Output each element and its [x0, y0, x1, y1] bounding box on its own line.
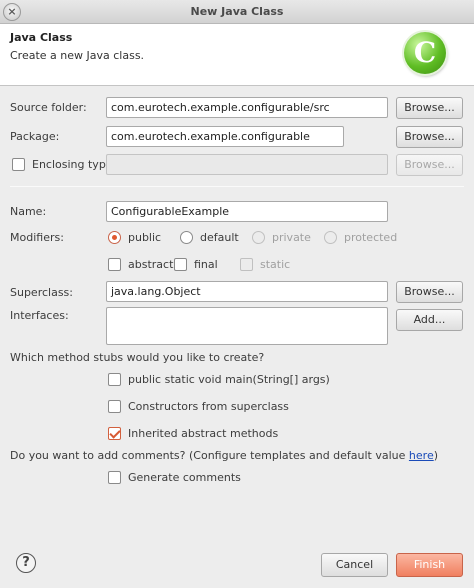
source-folder-input[interactable]: com.eurotech.example.configurable/src [106, 97, 388, 118]
modifier-final-checkbox[interactable] [174, 258, 187, 271]
modifier-abstract-label: abstract [128, 258, 174, 271]
enclosing-type-input[interactable] [106, 154, 388, 175]
modifier-protected-radio[interactable] [324, 231, 337, 244]
finish-button[interactable]: Finish [396, 553, 463, 577]
superclass-input[interactable]: java.lang.Object [106, 281, 388, 302]
stub-constructors-label: Constructors from superclass [128, 400, 289, 413]
package-browse-button[interactable]: Browse... [396, 126, 463, 148]
modifier-private-label: private [272, 231, 311, 244]
comments-question: Do you want to add comments? (Configure … [10, 449, 438, 462]
comments-question-text: Do you want to add comments? (Configure … [10, 449, 409, 462]
modifier-abstract-checkbox[interactable] [108, 258, 121, 271]
enclosing-type-browse-button[interactable]: Browse... [396, 154, 463, 176]
package-input[interactable]: com.eurotech.example.configurable [106, 126, 344, 147]
source-folder-browse-button[interactable]: Browse... [396, 97, 463, 119]
help-icon[interactable]: ? [16, 553, 36, 573]
enclosing-type-checkbox[interactable] [12, 158, 25, 171]
modifier-public-label: public [128, 231, 162, 244]
modifier-default-radio[interactable] [180, 231, 193, 244]
modifier-public-radio[interactable] [108, 231, 121, 244]
title-bar: × New Java Class [0, 0, 474, 24]
stub-inherited-label: Inherited abstract methods [128, 427, 279, 440]
name-label: Name: [10, 205, 47, 218]
interfaces-label: Interfaces: [10, 309, 69, 322]
stub-main-label: public static void main(String[] args) [128, 373, 330, 386]
banner-title: Java Class [10, 31, 73, 44]
modifier-static-label: static [260, 258, 291, 271]
interfaces-add-button[interactable]: Add... [396, 309, 463, 331]
new-class-logo-icon: C [404, 32, 446, 74]
configure-templates-link[interactable]: here [409, 449, 434, 462]
source-folder-label: Source folder: [10, 101, 87, 114]
package-label: Package: [10, 130, 60, 143]
enclosing-type-label: Enclosing type: [32, 158, 117, 171]
generate-comments-checkbox[interactable] [108, 471, 121, 484]
separator [10, 186, 464, 187]
modifier-static-checkbox[interactable] [240, 258, 253, 271]
modifier-final-label: final [194, 258, 218, 271]
generate-comments-label: Generate comments [128, 471, 241, 484]
superclass-label: Superclass: [10, 286, 73, 299]
comments-question-end: ) [433, 449, 439, 462]
window-title: New Java Class [190, 5, 284, 18]
method-stubs-question: Which method stubs would you like to cre… [10, 351, 265, 364]
modifier-default-label: default [200, 231, 239, 244]
superclass-browse-button[interactable]: Browse... [396, 281, 463, 303]
stub-main-checkbox[interactable] [108, 373, 121, 386]
wizard-banner: Java Class Create a new Java class. C [0, 24, 474, 86]
stub-inherited-checkbox[interactable] [108, 427, 121, 440]
class-name-input[interactable]: ConfigurableExample [106, 201, 388, 222]
cancel-button[interactable]: Cancel [321, 553, 388, 577]
interfaces-list[interactable] [106, 307, 388, 345]
modifier-private-radio[interactable] [252, 231, 265, 244]
stub-constructors-checkbox[interactable] [108, 400, 121, 413]
modifiers-label: Modifiers: [10, 231, 64, 244]
modifier-protected-label: protected [344, 231, 398, 244]
banner-description: Create a new Java class. [10, 49, 145, 62]
